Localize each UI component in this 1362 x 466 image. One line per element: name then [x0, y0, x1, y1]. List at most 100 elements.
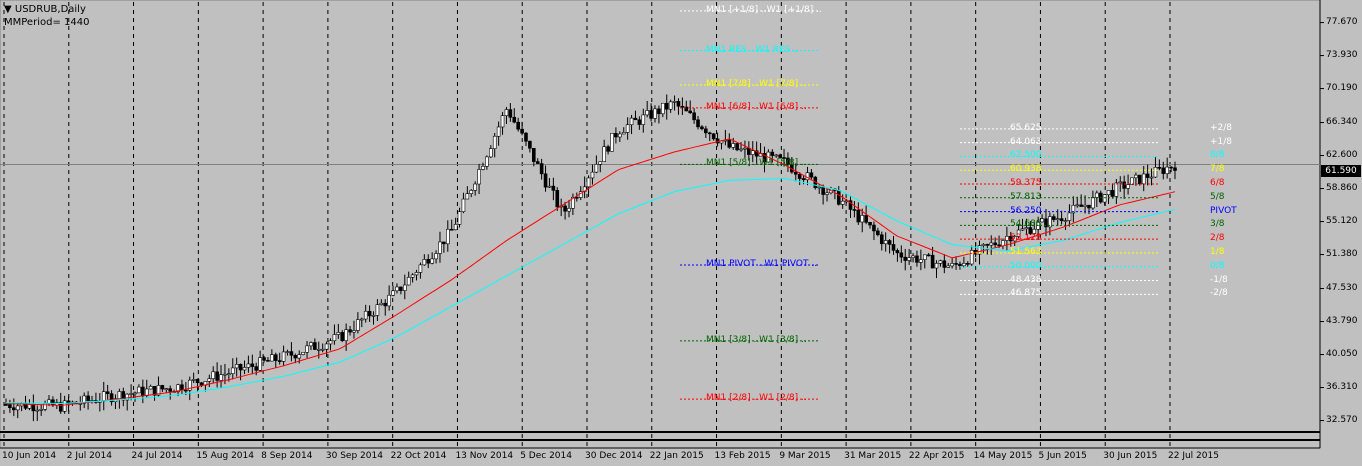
candle-body	[1165, 166, 1169, 174]
price-chart[interactable]	[0, 0, 1362, 466]
candle-body	[234, 364, 239, 369]
candle-body	[105, 391, 110, 394]
date-tick-label: 15 Aug 2014	[196, 451, 254, 461]
candle-body	[590, 171, 595, 179]
price-tick-label: 51.380	[1326, 248, 1358, 259]
candle-body	[320, 348, 325, 351]
candle-body	[672, 101, 677, 103]
price-tick-label: 55.120	[1326, 215, 1358, 226]
daily-level-value: 53.125	[1010, 233, 1042, 244]
candle-body	[1083, 204, 1087, 207]
daily-level-value: 57.813	[1010, 191, 1042, 202]
candle-body	[653, 108, 657, 119]
daily-level-octave: 6/8	[1210, 178, 1225, 188]
candle-body	[293, 355, 298, 359]
date-tick-label: 2 Jul 2014	[66, 451, 112, 461]
daily-level-value: 48.438	[1010, 274, 1042, 285]
candle-body	[1106, 190, 1111, 195]
candle-body	[359, 318, 364, 321]
candle-body	[688, 110, 692, 114]
candle-body	[606, 146, 610, 152]
candle-body	[868, 221, 872, 226]
candle-body	[129, 393, 133, 395]
candle-body	[395, 286, 399, 292]
candle-body	[864, 215, 868, 223]
candle-body	[313, 342, 317, 350]
date-tick-label: 10 Jun 2014	[2, 451, 57, 461]
date-tick-label: 14 May 2015	[973, 451, 1033, 461]
candle-body	[883, 240, 888, 245]
candle-body	[817, 186, 822, 189]
candle-body	[242, 367, 247, 371]
date-tick-label: 22 Jan 2015	[649, 451, 704, 461]
date-tick-label: 22 Oct 2014	[390, 451, 447, 461]
daily-level-octave: -2/8	[1210, 288, 1228, 299]
candle-body	[461, 198, 466, 212]
daily-level-octave: 1/8	[1210, 246, 1225, 257]
candle-body	[887, 240, 892, 245]
candle-body	[504, 109, 509, 116]
chart-window[interactable]: ▼ USDRUB,Daily MMPeriod= 1440 77.670 73.9…	[0, 0, 1362, 466]
candle-body	[297, 354, 302, 359]
symbol-title-text: USDRUB,Daily	[14, 4, 86, 15]
candle-body	[1051, 216, 1056, 220]
candle-body	[406, 277, 411, 286]
candle-body	[262, 357, 266, 361]
candle-body	[363, 310, 368, 320]
price-tick-label: 40.050	[1326, 348, 1358, 359]
candle-body	[962, 263, 966, 267]
candle-body	[367, 310, 372, 317]
candle-body	[230, 367, 235, 374]
candle-body	[508, 109, 513, 118]
candle-body	[485, 156, 489, 167]
candle-body	[168, 388, 173, 392]
candle-body	[825, 192, 829, 195]
date-tick-label: 5 Jun 2015	[1038, 451, 1087, 461]
candle-body	[277, 360, 282, 362]
candle-body	[747, 147, 751, 155]
candle-body	[1153, 167, 1158, 178]
candle-body	[946, 265, 951, 268]
candle-body	[457, 211, 462, 225]
candle-body	[1134, 174, 1138, 179]
candle-body	[160, 385, 165, 390]
candle-body	[434, 253, 438, 260]
murrey-level-label: MN1 [6/8] ..W1 [6/8] ..	[706, 101, 807, 112]
candle-body	[711, 133, 716, 140]
current-price-tag: 61.590	[1321, 165, 1361, 177]
candle-body	[12, 407, 16, 411]
candle-body	[1067, 212, 1072, 221]
candle-body	[852, 209, 857, 211]
candle-body	[1087, 204, 1091, 209]
symbol-title: ▼ USDRUB,Daily	[4, 4, 86, 16]
daily-level-octave: +2/8	[1210, 122, 1233, 133]
candle-body	[199, 382, 204, 386]
daily-level-value: 62.500	[1010, 150, 1042, 161]
candle-body	[438, 241, 442, 254]
candle-body	[575, 196, 579, 199]
menu-triangle-icon[interactable]: ▼	[4, 4, 12, 15]
candle-body	[621, 132, 626, 135]
candle-body	[528, 140, 532, 149]
candle-body	[770, 151, 775, 156]
candle-body	[965, 263, 970, 265]
candle-body	[1122, 181, 1126, 189]
candle-body	[137, 386, 141, 394]
candle-body	[520, 128, 524, 134]
candle-body	[539, 163, 544, 175]
candle-body	[383, 302, 388, 307]
murrey-level-label: MN1 PIVOT ..W1 PIVOT ..	[706, 258, 818, 269]
candle-body	[1001, 240, 1005, 247]
candle-body	[555, 190, 560, 208]
candle-body	[891, 244, 896, 251]
price-tick-label: 77.670	[1326, 16, 1358, 27]
candle-body	[696, 119, 700, 128]
candle-body	[778, 154, 782, 158]
murrey-level-label: MN1 RES ..W1 RES ..	[706, 44, 800, 55]
price-tick-label: 70.190	[1326, 82, 1358, 93]
candle-body	[700, 126, 704, 130]
candle-body	[649, 110, 653, 119]
candle-body	[211, 371, 216, 379]
candle-body	[1161, 167, 1166, 174]
mm-period-label: MMPeriod= 1440	[4, 17, 90, 28]
